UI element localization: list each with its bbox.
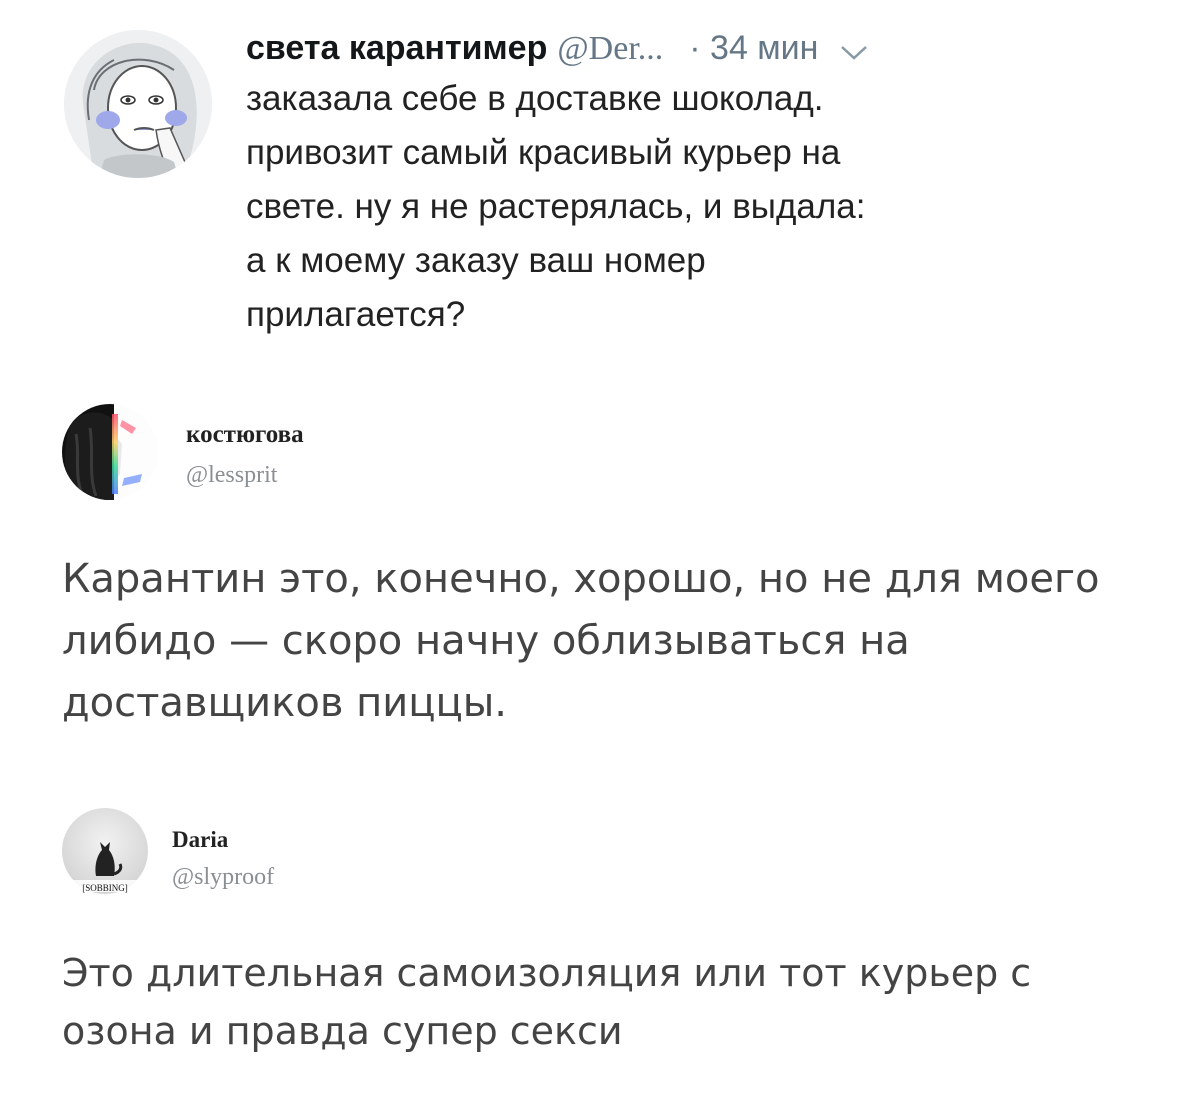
tweet-header: света карантимер @Der... · 34 мин <box>246 28 1006 68</box>
reply-text-line: озона и правда супер секси <box>62 1009 623 1053</box>
tweet-text-line: привозит самый красивый курьер на <box>246 133 841 172</box>
author-name[interactable]: света карантимер <box>246 29 547 67</box>
reply-text-line: Это длительная самоизоляция или тот курь… <box>62 951 1032 995</box>
reply-author-name[interactable]: костюгова <box>186 420 304 450</box>
reply-text-line: либидо — скоро начну облизываться на <box>62 618 910 664</box>
reply-text: Это длительная самоизоляция или тот курь… <box>62 944 1182 1060</box>
reply-header: костюгова @lessprit <box>62 404 462 504</box>
author-avatar[interactable] <box>64 30 212 178</box>
tweet: света карантимер @Der... · 34 мин заказала… <box>0 0 1200 360</box>
author-handle[interactable]: @Der... <box>557 30 663 67</box>
reply-text-line: Карантин это, конечно, хорошо, но не для… <box>62 556 1100 602</box>
reply-author-handle[interactable]: @lessprit <box>186 460 277 490</box>
tweet-text-line: свете. ну я не растерялась, и выдала: <box>246 187 866 226</box>
reply-avatar[interactable] <box>62 404 158 500</box>
reply-text-line: доставщиков пиццы. <box>62 680 507 726</box>
reply-text: Карантин это, конечно, хорошо, но не для… <box>62 548 1182 734</box>
reply-header: [SOBBING] Daria @slyproof <box>62 808 462 908</box>
tweet-text-line: прилагается? <box>246 295 466 334</box>
tweet-text-line: заказала себе в доставке шоколад. <box>246 79 824 118</box>
tweet-text-line: а к моему заказу ваш номер <box>246 241 706 280</box>
reply-author-handle[interactable]: @slyproof <box>172 862 274 892</box>
reply-author-name[interactable]: Daria <box>172 826 228 854</box>
chevron-down-icon[interactable] <box>840 30 868 70</box>
avatar-caption: [SOBBING] <box>82 883 128 893</box>
tweet-time[interactable]: · 34 мин <box>689 29 818 67</box>
tweet-text: заказала себе в доставке шоколад. привоз… <box>246 72 1006 342</box>
